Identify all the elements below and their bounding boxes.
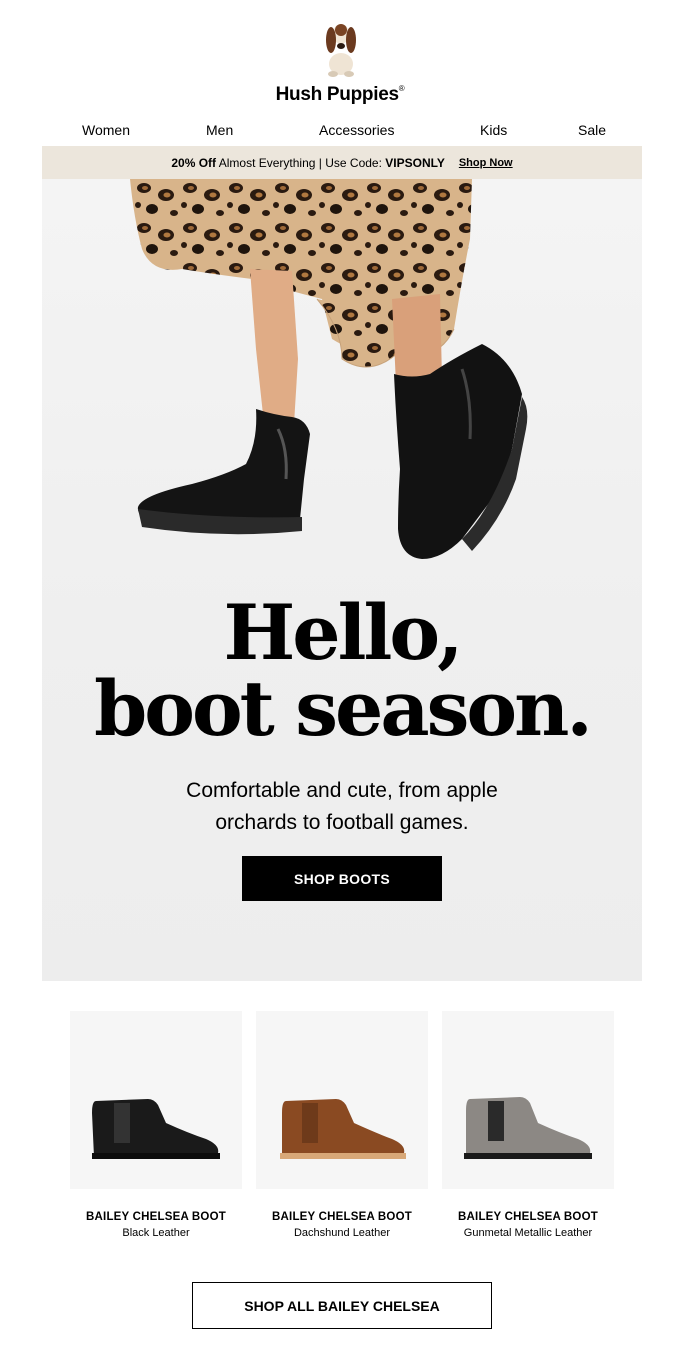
nav-item-kids[interactable]: Kids xyxy=(480,122,507,138)
product-name[interactable]: BAILEY CHELSEA BOOT xyxy=(70,1211,242,1223)
promo-text: Almost Everything | Use Code: xyxy=(218,155,382,170)
chelsea-boot-gunmetal-icon xyxy=(464,1097,592,1159)
hero-boots-photo xyxy=(130,179,528,559)
nav-item-women[interactable]: Women xyxy=(82,122,130,138)
nav-item-accessories[interactable]: Accessories xyxy=(319,122,394,138)
promo-shop-now-link[interactable]: Shop Now xyxy=(459,157,513,169)
chelsea-boot-brown-icon xyxy=(280,1099,406,1159)
hero-headline-line2: boot season. xyxy=(94,664,593,753)
product-card-gunmetal[interactable]: BAILEY CHELSEA BOOT Gunmetal Metallic Le… xyxy=(442,1011,614,1239)
product-image[interactable] xyxy=(256,1011,428,1189)
hero-banner[interactable]: Hello, boot season. Comfortable and cute… xyxy=(42,179,642,981)
promo-discount: 20% Off xyxy=(171,155,217,170)
shop-all-bailey-chelsea-button[interactable]: SHOP ALL BAILEY CHELSEA xyxy=(192,1282,492,1329)
nav-item-men[interactable]: Men xyxy=(206,122,233,138)
main-nav: Women Men Accessories Kids Sale xyxy=(42,122,642,142)
product-image[interactable] xyxy=(442,1011,614,1189)
product-color: Black Leather xyxy=(122,1227,190,1239)
nav-item-sale[interactable]: Sale xyxy=(578,122,606,138)
product-name[interactable]: BAILEY CHELSEA BOOT xyxy=(442,1211,614,1223)
product-card-black[interactable]: BAILEY CHELSEA BOOT Black Leather xyxy=(70,1011,242,1239)
product-card-dachshund[interactable]: BAILEY CHELSEA BOOT Dachshund Leather xyxy=(256,1011,428,1239)
basset-hound-logo-icon xyxy=(326,24,356,77)
shop-boots-button[interactable]: SHOP BOOTS xyxy=(242,856,442,901)
product-color: Gunmetal Metallic Leather xyxy=(463,1227,593,1239)
product-image[interactable] xyxy=(70,1011,242,1189)
promo-banner: 20% Off Almost Everything | Use Code: VI… xyxy=(42,146,642,179)
hero-subtext: Comfortable and cute, from apple orchard… xyxy=(42,775,642,839)
promo-message: 20% Off Almost Everything | Use Code: VI… xyxy=(171,156,444,170)
product-color: Dachshund Leather xyxy=(293,1227,390,1239)
hero-headline: Hello, boot season. xyxy=(42,595,642,747)
promo-code: VIPSONLY xyxy=(385,155,445,170)
brand-logo[interactable]: Hush Puppies® xyxy=(0,0,680,112)
chelsea-boot-black-icon xyxy=(92,1099,220,1159)
hero-subtext-line1: Comfortable and cute, from apple xyxy=(186,779,498,802)
hero-headline-line1: Hello, xyxy=(223,588,463,677)
hero-subtext-line2: orchards to football games. xyxy=(215,811,469,834)
brand-wordmark: Hush Puppies® xyxy=(275,84,405,105)
product-name[interactable]: BAILEY CHELSEA BOOT xyxy=(256,1211,428,1223)
